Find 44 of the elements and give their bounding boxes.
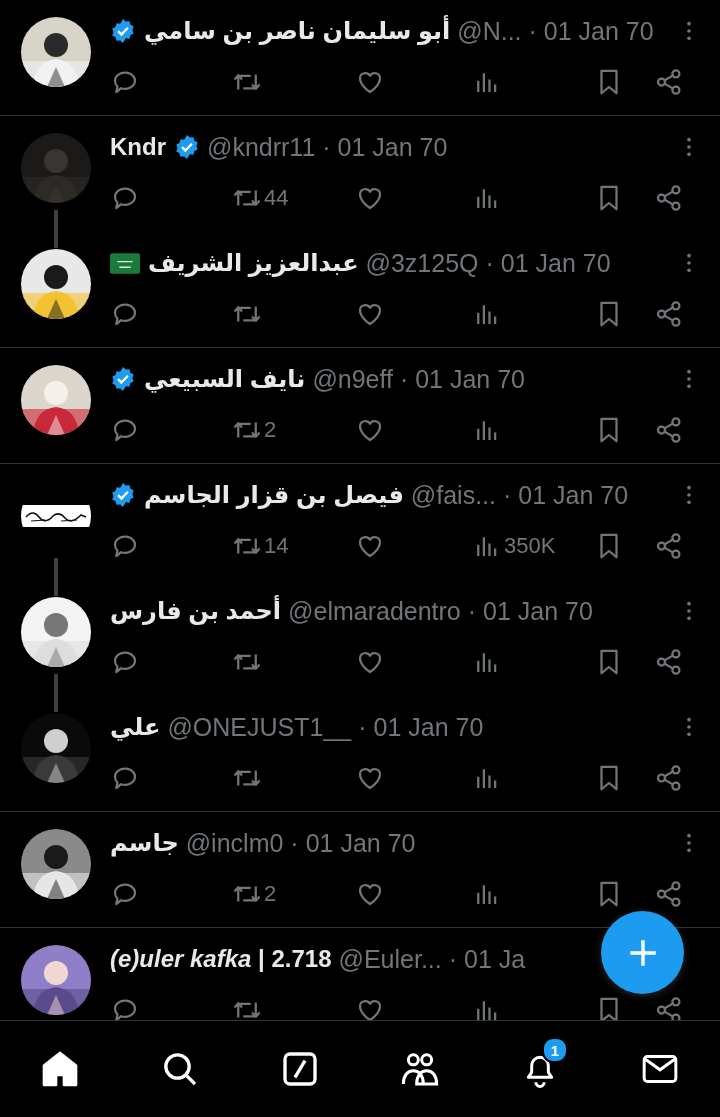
post-time: · 01 Jan 70 <box>358 712 484 742</box>
display-name: عبدالعزيز الشريف <box>148 249 359 277</box>
user-handle: @ONEJUST1__ <box>167 712 352 742</box>
display-name: نايف السبيعي <box>144 365 306 393</box>
user-handle: @inclm0 <box>185 828 284 858</box>
display-name: فيصل بن قزار الجاسم <box>144 481 404 509</box>
display-name: أحمد بن فارس <box>110 597 282 625</box>
post-time: · 01 Jan 70 <box>503 480 629 510</box>
repost-count: 44 <box>264 185 289 211</box>
user-handle: @Euler... <box>338 944 442 974</box>
more-icon[interactable] <box>686 20 692 42</box>
more-icon[interactable] <box>686 716 692 738</box>
post-time: · 01 Jan 70 <box>528 16 654 46</box>
post-time: · 01 Jan 70 <box>290 828 416 858</box>
notification-badge: 1 <box>542 1037 568 1063</box>
display-name: جاسم <box>110 829 179 857</box>
repost-count: 2 <box>264 417 277 443</box>
more-icon[interactable] <box>686 832 692 854</box>
more-icon[interactable] <box>686 600 692 622</box>
more-icon[interactable] <box>686 368 692 390</box>
user-handle: @N... <box>457 16 522 46</box>
post-time: · 01 Jan 70 <box>399 364 525 394</box>
slash-square-icon[interactable] <box>280 1049 320 1089</box>
user-handle: @3z125Q <box>365 248 479 278</box>
post-time: · 01 Jan 70 <box>467 596 593 626</box>
display-name: Kndr <box>110 133 166 161</box>
repost-count: 14 <box>264 533 289 559</box>
user-handle: @kndrr11 <box>207 132 316 162</box>
post-time: · 01 Jan 70 <box>485 248 611 278</box>
user-handle: @n9eff <box>312 364 393 394</box>
more-icon[interactable] <box>686 484 692 506</box>
repost-count: 2 <box>264 881 277 907</box>
display-name: علي <box>110 713 161 741</box>
user-handle: @fais... <box>410 480 496 510</box>
more-icon[interactable] <box>686 136 692 158</box>
view-count: 350K <box>504 533 556 559</box>
user-handle: @elmaradentro <box>288 596 461 626</box>
home-icon[interactable] <box>40 1049 80 1089</box>
more-icon[interactable] <box>686 252 692 274</box>
display-name: أبو سليمان ناصر بن سامي <box>144 17 451 45</box>
post-time: · 01 Jan 70 <box>322 132 448 162</box>
compose-button[interactable] <box>601 911 684 994</box>
post-time: · 01 Ja <box>448 944 526 974</box>
display-name: (e)uler kafka | 2.718 <box>110 945 332 973</box>
